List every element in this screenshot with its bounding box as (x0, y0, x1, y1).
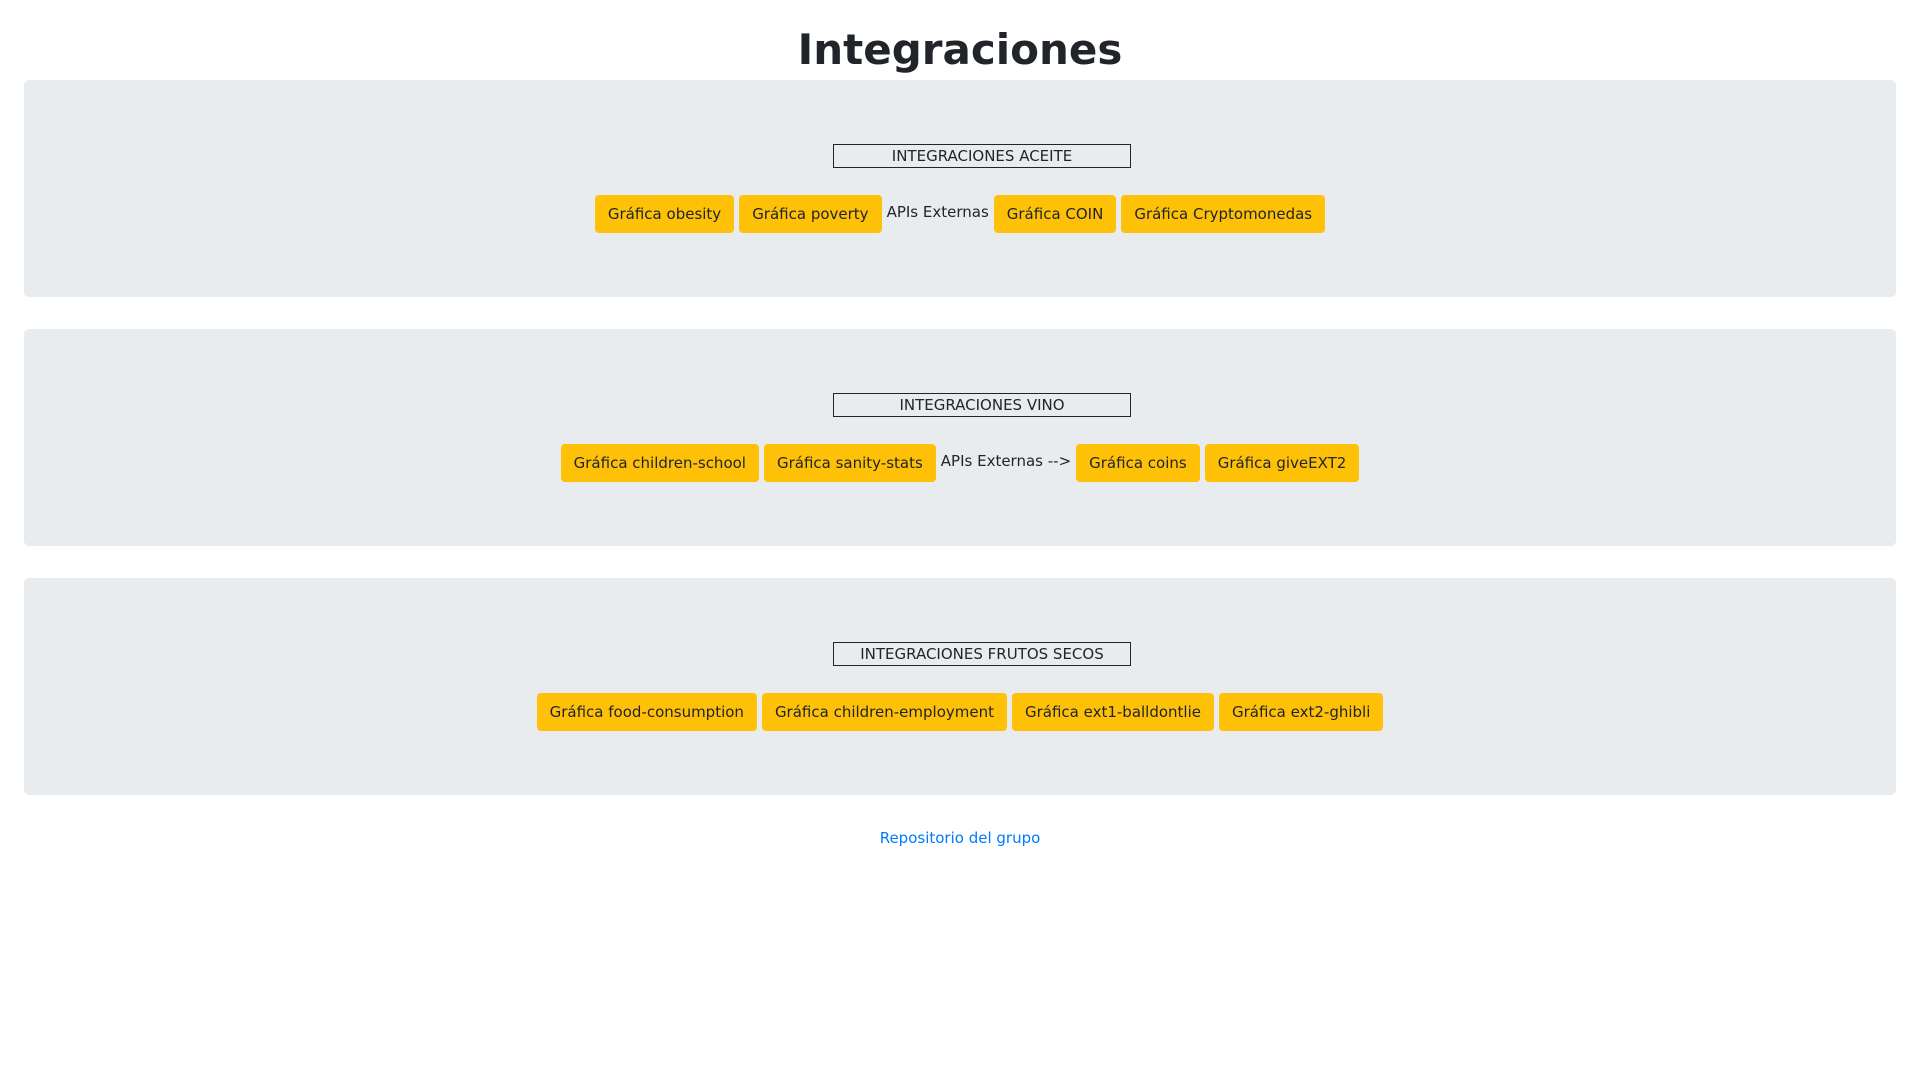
grafica-coins-button[interactable]: Gráfica coins (1076, 444, 1200, 482)
page: Integraciones INTEGRACIONES ACEITE Gráfi… (0, 0, 1920, 1080)
section-vino: INTEGRACIONES VINO Gráfica children-scho… (24, 329, 1896, 546)
apis-externas-label: APIs Externas (886, 203, 989, 221)
grafica-sanity-stats-button[interactable]: Gráfica sanity-stats (763, 444, 936, 482)
section-heading-frutos-secos: INTEGRACIONES FRUTOS SECOS (833, 642, 1131, 666)
grafica-obesity-button[interactable]: Gráfica obesity (594, 195, 735, 233)
repositorio-link[interactable]: Repositorio del grupo (880, 829, 1041, 847)
button-row-frutos-secos: Gráfica food-consumption Gráfica childre… (24, 693, 1896, 731)
grafica-children-employment-button[interactable]: Gráfica children-employment (761, 693, 1007, 731)
button-row-vino: Gráfica children-school Gráfica sanity-s… (24, 444, 1896, 482)
apis-externas-label: APIs Externas --> (940, 452, 1072, 470)
grafica-ext1-balldontlie-button[interactable]: Gráfica ext1-balldontlie (1011, 693, 1214, 731)
grafica-giveext2-button[interactable]: Gráfica giveEXT2 (1204, 444, 1360, 482)
grafica-food-consumption-button[interactable]: Gráfica food-consumption (536, 693, 757, 731)
grafica-children-school-button[interactable]: Gráfica children-school (560, 444, 759, 482)
grafica-ext2-ghibli-button[interactable]: Gráfica ext2-ghibli (1219, 693, 1384, 731)
section-aceite: INTEGRACIONES ACEITE Gráfica obesity Grá… (24, 80, 1896, 297)
grafica-poverty-button[interactable]: Gráfica poverty (739, 195, 882, 233)
section-heading-aceite: INTEGRACIONES ACEITE (833, 144, 1131, 168)
section-heading-vino: INTEGRACIONES VINO (833, 393, 1131, 417)
footer: Repositorio del grupo (0, 829, 1920, 847)
page-title: Integraciones (797, 25, 1123, 74)
button-row-aceite: Gráfica obesity Gráfica poverty APIs Ext… (24, 195, 1896, 233)
grafica-cryptomonedas-button[interactable]: Gráfica Cryptomonedas (1121, 195, 1326, 233)
section-frutos-secos: INTEGRACIONES FRUTOS SECOS Gráfica food-… (24, 578, 1896, 795)
grafica-coin-button[interactable]: Gráfica COIN (993, 195, 1117, 233)
